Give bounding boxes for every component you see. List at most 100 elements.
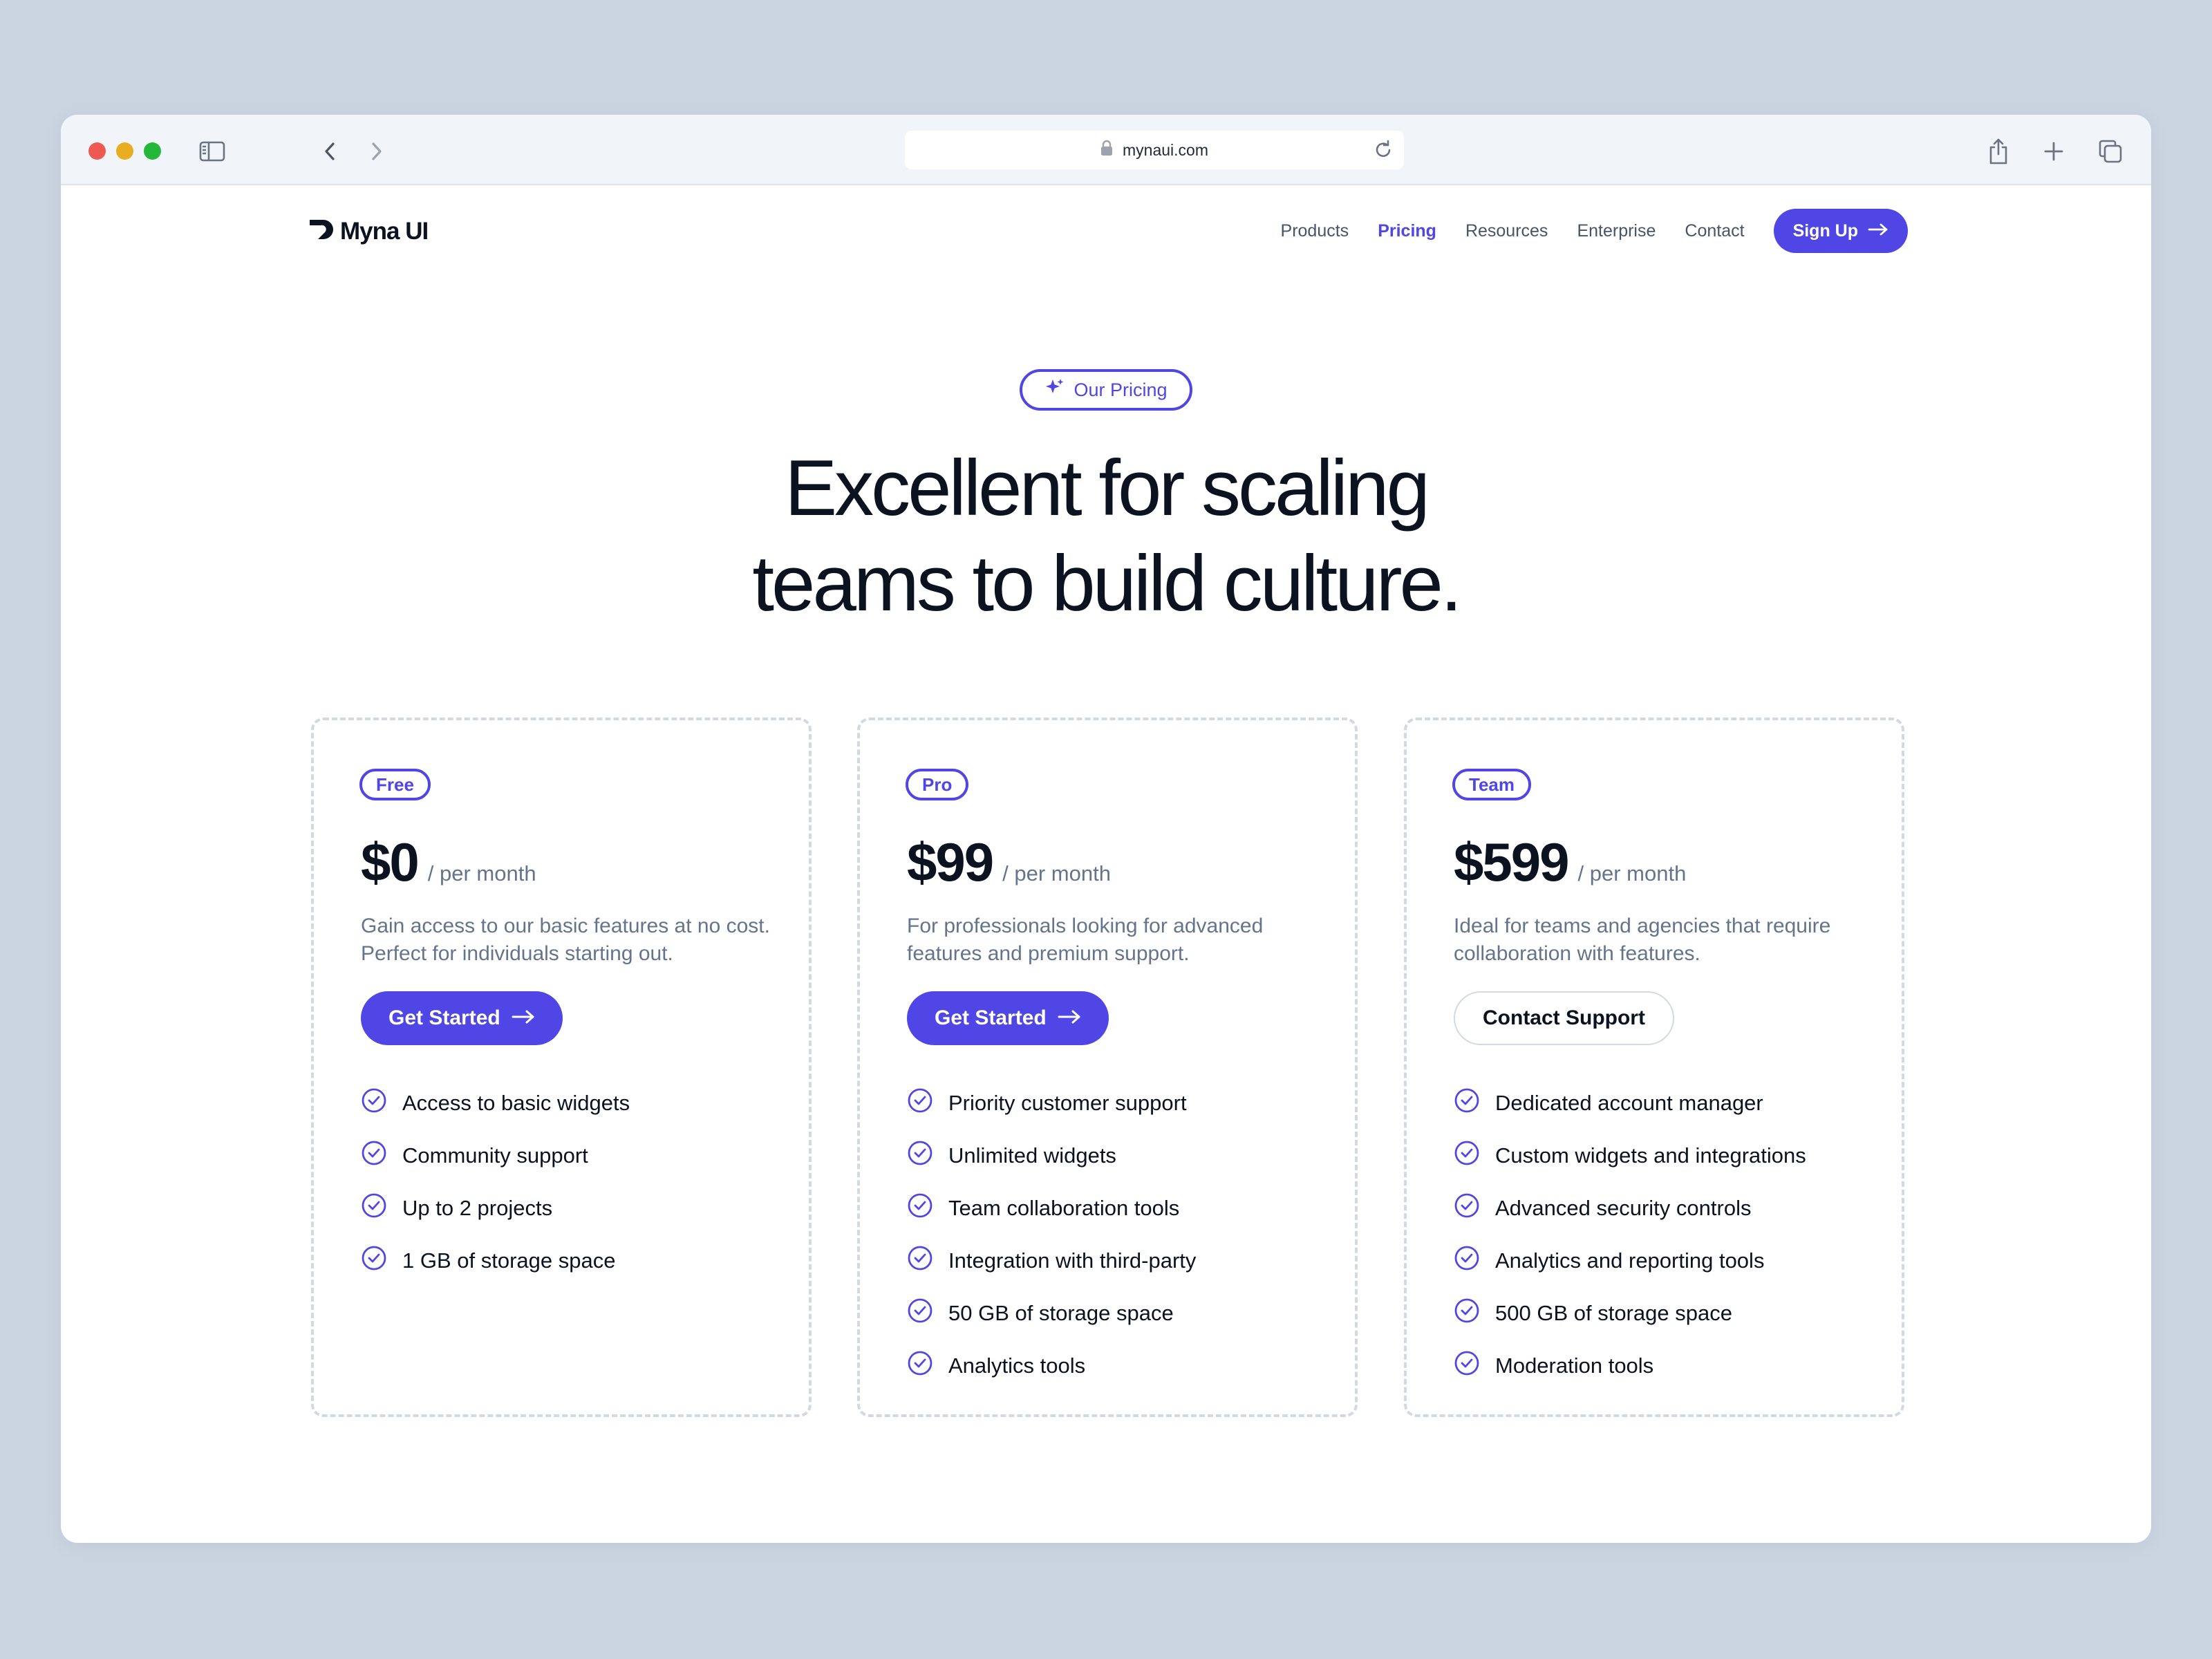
nav-item-resources[interactable]: Resources bbox=[1465, 221, 1548, 241]
feature-text: Dedicated account manager bbox=[1495, 1091, 1763, 1115]
price: $599 bbox=[1454, 832, 1570, 892]
price-period: / per month bbox=[1577, 861, 1687, 885]
new-tab-icon[interactable] bbox=[2038, 135, 2070, 167]
check-circle-icon bbox=[361, 1192, 387, 1224]
address-bar[interactable]: mynaui.com bbox=[905, 131, 1404, 169]
page-headline: Excellent for scaling teams to build cul… bbox=[61, 441, 2151, 632]
feature-item: Priority customer support bbox=[907, 1077, 1196, 1130]
plan-description: For professionals looking for advanced f… bbox=[907, 915, 1264, 965]
tier-badge: Free bbox=[359, 769, 431, 800]
logo[interactable]: Myna UI bbox=[308, 217, 429, 245]
feature-item: Analytics tools bbox=[907, 1340, 1196, 1392]
back-icon[interactable] bbox=[314, 135, 346, 167]
feature-text: 500 GB of storage space bbox=[1495, 1301, 1732, 1325]
check-circle-icon bbox=[907, 1350, 933, 1382]
logo-text: Myna UI bbox=[340, 217, 429, 245]
feature-text: Analytics tools bbox=[948, 1353, 1086, 1378]
forward-icon[interactable] bbox=[361, 135, 393, 167]
url-text: mynaui.com bbox=[1123, 140, 1208, 159]
feature-list: Access to basic widgets Community suppor… bbox=[361, 1077, 630, 1287]
sign-up-button[interactable]: Sign Up bbox=[1773, 209, 1908, 253]
feature-text: Integration with third-party bbox=[948, 1248, 1197, 1273]
get-started-button[interactable]: Get Started bbox=[907, 991, 1109, 1045]
tier-badge: Team bbox=[1452, 769, 1531, 800]
feature-list: Priority customer support Unlimited widg… bbox=[907, 1077, 1196, 1392]
feature-item: Advanced security controls bbox=[1454, 1182, 1806, 1235]
browser-window: mynaui.com Myna UI Products Pricing Reso… bbox=[61, 115, 2151, 1543]
price-row: $0 / per month bbox=[361, 831, 536, 894]
feature-text: Moderation tools bbox=[1495, 1353, 1654, 1378]
feature-list: Dedicated account manager Custom widgets… bbox=[1454, 1077, 1806, 1392]
tabs-icon[interactable] bbox=[2094, 135, 2126, 167]
nav-item-pricing[interactable]: Pricing bbox=[1378, 221, 1436, 241]
feature-item: Dedicated account manager bbox=[1454, 1077, 1806, 1130]
check-circle-icon bbox=[1454, 1245, 1480, 1277]
feature-text: Advanced security controls bbox=[1495, 1196, 1752, 1220]
plan-description: Gain access to our basic features at no … bbox=[361, 915, 770, 965]
feature-item: Analytics and reporting tools bbox=[1454, 1235, 1806, 1287]
price-row: $99 / per month bbox=[907, 831, 1111, 894]
sidebar-icon[interactable] bbox=[196, 135, 228, 167]
check-circle-icon bbox=[361, 1245, 387, 1277]
check-circle-icon bbox=[361, 1087, 387, 1119]
feature-item: Integration with third-party bbox=[907, 1235, 1196, 1287]
sparkle-icon bbox=[1044, 377, 1065, 403]
feature-item: Up to 2 projects bbox=[361, 1182, 630, 1235]
tier-badge: Pro bbox=[906, 769, 969, 800]
arrow-right-icon bbox=[1058, 1006, 1081, 1030]
plan-card-team: Team $599 / per month Ideal for teams an… bbox=[1404, 718, 1904, 1417]
feature-text: Custom widgets and integrations bbox=[1495, 1143, 1806, 1168]
feature-item: Access to basic widgets bbox=[361, 1077, 630, 1130]
feature-item: 500 GB of storage space bbox=[1454, 1287, 1806, 1340]
check-circle-icon bbox=[1454, 1350, 1480, 1382]
pricing-badge: Our Pricing bbox=[1020, 369, 1192, 411]
price-period: / per month bbox=[427, 861, 536, 885]
check-circle-icon bbox=[1454, 1140, 1480, 1172]
feature-item: Custom widgets and integrations bbox=[1454, 1130, 1806, 1182]
feature-text: 1 GB of storage space bbox=[402, 1248, 616, 1273]
feature-item: Moderation tools bbox=[1454, 1340, 1806, 1392]
feature-text: Analytics and reporting tools bbox=[1495, 1248, 1765, 1273]
feature-item: 50 GB of storage space bbox=[907, 1287, 1196, 1340]
reload-icon[interactable] bbox=[1374, 139, 1393, 164]
check-circle-icon bbox=[907, 1140, 933, 1172]
close-window-button[interactable] bbox=[88, 142, 106, 160]
minimize-window-button[interactable] bbox=[116, 142, 133, 160]
nav-item-enterprise[interactable]: Enterprise bbox=[1577, 221, 1656, 241]
price-row: $599 / per month bbox=[1454, 831, 1686, 894]
headline-line-1: Excellent for scaling bbox=[785, 444, 1430, 532]
check-circle-icon bbox=[1454, 1192, 1480, 1224]
cta-label: Get Started bbox=[388, 1006, 500, 1029]
check-circle-icon bbox=[361, 1140, 387, 1172]
share-icon[interactable] bbox=[1983, 135, 2014, 167]
feature-text: Unlimited widgets bbox=[948, 1143, 1116, 1168]
logo-mark-icon bbox=[308, 217, 336, 245]
plan-description: Ideal for teams and agencies that requir… bbox=[1454, 915, 1831, 965]
top-nav: Products Pricing Resources Enterprise Co… bbox=[1281, 209, 1908, 253]
feature-text: 50 GB of storage space bbox=[948, 1301, 1174, 1325]
lock-icon bbox=[1100, 140, 1113, 160]
price-period: / per month bbox=[1002, 861, 1111, 885]
headline-line-2: teams to build culture. bbox=[752, 540, 1462, 628]
arrow-right-icon bbox=[512, 1006, 535, 1030]
nav-item-products[interactable]: Products bbox=[1281, 221, 1349, 241]
plan-card-pro: Pro $99 / per month For professionals lo… bbox=[857, 718, 1358, 1417]
nav-item-contact[interactable]: Contact bbox=[1685, 221, 1744, 241]
webpage: Myna UI Products Pricing Resources Enter… bbox=[61, 185, 2151, 1543]
feature-text: Up to 2 projects bbox=[402, 1196, 553, 1220]
price: $0 bbox=[361, 832, 420, 892]
feature-text: Community support bbox=[402, 1143, 588, 1168]
plan-card-free: Free $0 / per month Gain access to our b… bbox=[311, 718, 812, 1417]
cta-label: Contact Support bbox=[1483, 1006, 1645, 1029]
check-circle-icon bbox=[907, 1245, 933, 1277]
feature-text: Team collaboration tools bbox=[948, 1196, 1180, 1220]
check-circle-icon bbox=[907, 1297, 933, 1329]
get-started-button[interactable]: Get Started bbox=[361, 991, 563, 1045]
feature-item: Team collaboration tools bbox=[907, 1182, 1196, 1235]
browser-toolbar: mynaui.com bbox=[61, 115, 2151, 185]
contact-support-button[interactable]: Contact Support bbox=[1454, 991, 1674, 1045]
arrow-right-icon bbox=[1868, 221, 1888, 241]
maximize-window-button[interactable] bbox=[144, 142, 161, 160]
check-circle-icon bbox=[1454, 1087, 1480, 1119]
feature-item: 1 GB of storage space bbox=[361, 1235, 630, 1287]
